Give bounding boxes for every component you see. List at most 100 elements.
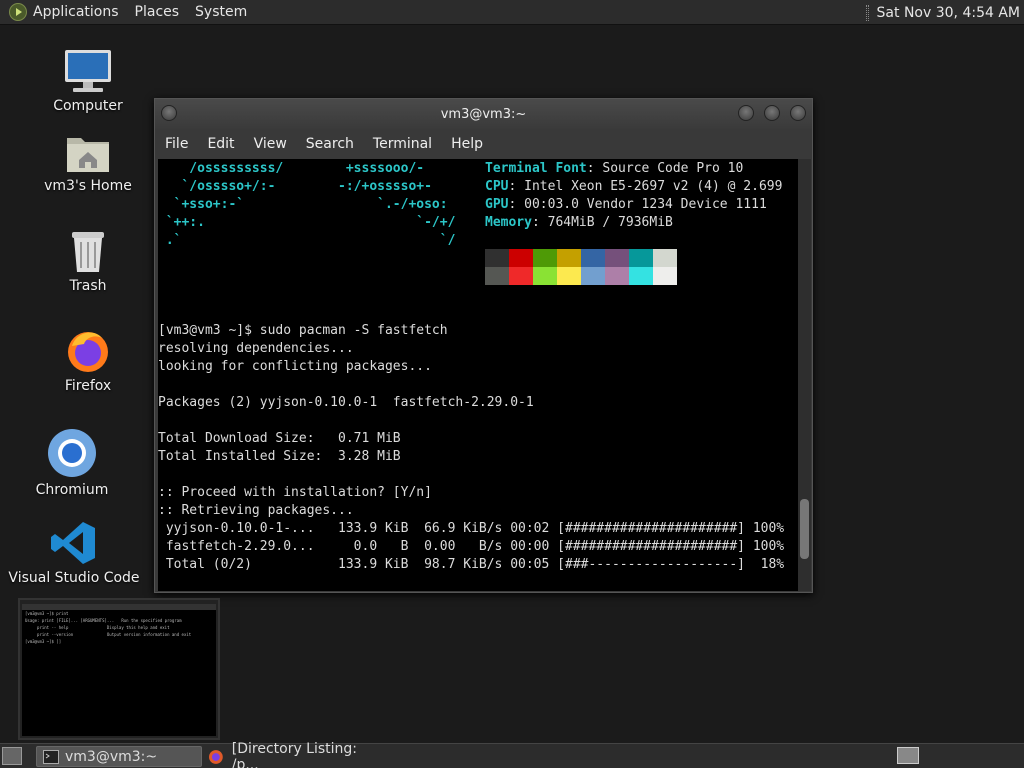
palette-swatch [533,249,557,267]
logo-line: `++:. `-/+/ [158,215,456,230]
window-menu-icon[interactable] [161,105,177,121]
preview-line: Usage: print [FILE]... [ARGUMENTS]... Ru… [25,618,182,623]
menu-system[interactable]: System [195,4,247,20]
palette-swatch [509,249,533,267]
preview-line: print --version Output version informati… [25,632,192,637]
info-label: Terminal Font [485,161,587,176]
preview-line: [vm3@vm3 ~]$ print [25,611,69,616]
terminal-line: looking for conflicting packages... [158,359,432,374]
menu-help[interactable]: Help [451,136,483,152]
distro-logo-icon[interactable] [9,3,27,21]
taskbar-item-browser[interactable]: [Directory Listing: /p... [206,741,386,768]
info-value: : 00:03.0 Vendor 1234 Device 1111 [508,197,767,212]
desktop-icon-label: Trash [69,278,107,294]
palette-swatch [629,267,653,285]
info-line: CPU: Intel Xeon E5-2697 v2 (4) @ 2.699 [485,178,782,196]
info-line: GPU: 00:03.0 Vendor 1234 Device 1111 [485,196,767,214]
desktop-icon-label: Visual Studio Code [8,570,140,586]
terminal-line: Total Installed Size: 3.28 MiB [158,449,401,464]
palette-swatch [557,267,581,285]
terminal-line: fastfetch-2.29.0... 0.0 B 0.00 B/s 00:00… [158,539,785,554]
info-line: Memory: 764MiB / 7936MiB [485,214,673,232]
workspace-switcher[interactable] [897,747,919,764]
palette-swatch [605,249,629,267]
palette-swatch [557,249,581,267]
palette-swatch [653,267,677,285]
info-label: CPU [485,179,509,194]
terminal-line: Total Download Size: 0.71 MiB [158,431,401,446]
palette-swatch [605,267,629,285]
clock[interactable]: Sat Nov 30, 4:54 AM [877,5,1020,21]
preview-screen: [vm3@vm3 ~]$ print Usage: print [FILE]..… [22,604,216,736]
computer-icon [63,44,113,94]
browser-icon [208,749,223,764]
terminal-line: [vm3@vm3 ~]$ sudo pacman -S fastfetch [158,323,448,338]
menu-search[interactable]: Search [306,136,354,152]
info-line: Terminal Font: Source Code Pro 10 [485,160,743,178]
terminal-line: resolving dependencies... [158,341,354,356]
panel-grip-icon[interactable] [865,4,869,21]
menu-view[interactable]: View [254,136,287,152]
info-label: Memory [485,215,532,230]
top-panel: Applications Places System Sat Nov 30, 4… [0,0,1024,25]
home-folder-icon [65,124,111,174]
terminal-output[interactable]: /osssssssss/ +ssssooo/- `/osssso+/:- -:/… [158,159,798,591]
preview-line: print -- help Display this help and exit [25,625,170,630]
firefox-icon [64,324,112,374]
terminal-menubar: File Edit View Search Terminal Help [155,129,812,159]
desktop-icon-computer[interactable]: Computer [13,44,163,114]
logo-line: /osssssssss/ +ssssooo/- [158,161,425,176]
menu-edit[interactable]: Edit [207,136,234,152]
taskbar-item-label: [Directory Listing: /p... [231,740,358,768]
scrollbar-thumb[interactable] [800,499,809,559]
desktop-icon-label: Firefox [64,378,112,394]
maximize-icon[interactable] [764,105,780,121]
logo-line: `/osssso+/:- -:/+osssso+- [158,179,432,194]
bottom-taskbar: vm3@vm3:~ [Directory Listing: /p... [0,741,1024,768]
clock-area: Sat Nov 30, 4:54 AM [865,0,1020,25]
terminal-icon [43,749,59,764]
window-preview-thumbnail[interactable]: [vm3@vm3 ~]$ print Usage: print [FILE]..… [18,598,220,740]
vscode-icon [51,516,97,566]
color-palette [485,249,677,285]
desktop-icon-firefox[interactable]: Firefox [13,324,163,394]
taskbar-item-terminal[interactable]: vm3@vm3:~ [36,746,202,767]
terminal-line: yyjson-0.10.0-1-... 133.9 KiB 66.9 KiB/s… [158,521,785,536]
palette-swatch [533,267,557,285]
desktop-icon-label: vm3's Home [44,178,132,194]
info-value: : Intel Xeon E5-2697 v2 (4) @ 2.699 [508,179,783,194]
terminal-line: Packages (2) yyjson-0.10.0-1 fastfetch-2… [158,395,534,410]
palette-swatch [509,267,533,285]
minimize-icon[interactable] [738,105,754,121]
desktop-icon-home[interactable]: vm3's Home [13,124,163,194]
desktop-icon-label: Chromium [35,482,109,498]
info-value: : 764MiB / 7936MiB [531,215,673,230]
menu-terminal[interactable]: Terminal [373,136,432,152]
desktop-icon-chromium[interactable]: Chromium [0,428,147,498]
logo-line: .` `/ [158,233,456,248]
desktop-icon-vscode[interactable]: Visual Studio Code [0,516,149,586]
logo-line: `+sso+:-` `.-/+oso: [158,197,448,212]
terminal-line: :: Proceed with installation? [Y/n] [158,485,432,500]
desktop-icon-trash[interactable]: Trash [13,224,163,294]
palette-swatch [581,267,605,285]
window-titlebar[interactable]: vm3@vm3:~ [155,99,812,129]
terminal-line: :: Retrieving packages... [158,503,354,518]
trash-icon [68,224,108,274]
palette-swatch [581,249,605,267]
menu-places[interactable]: Places [135,4,180,20]
menu-applications[interactable]: Applications [33,4,119,20]
close-icon[interactable] [790,105,806,121]
info-value: : Source Code Pro 10 [586,161,744,176]
info-label: GPU [485,197,509,212]
palette-swatch [485,249,509,267]
palette-swatch [653,249,677,267]
taskbar-item-label: vm3@vm3:~ [65,748,158,765]
window-title: vm3@vm3:~ [440,106,527,122]
palette-swatch [485,267,509,285]
menu-file[interactable]: File [165,136,188,152]
show-desktop-icon[interactable] [2,747,22,765]
terminal-line: Total (0/2) 133.9 KiB 98.7 KiB/s 00:05 [… [158,557,785,572]
desktop-icon-label: Computer [53,98,123,114]
terminal-scrollbar[interactable] [798,159,811,591]
